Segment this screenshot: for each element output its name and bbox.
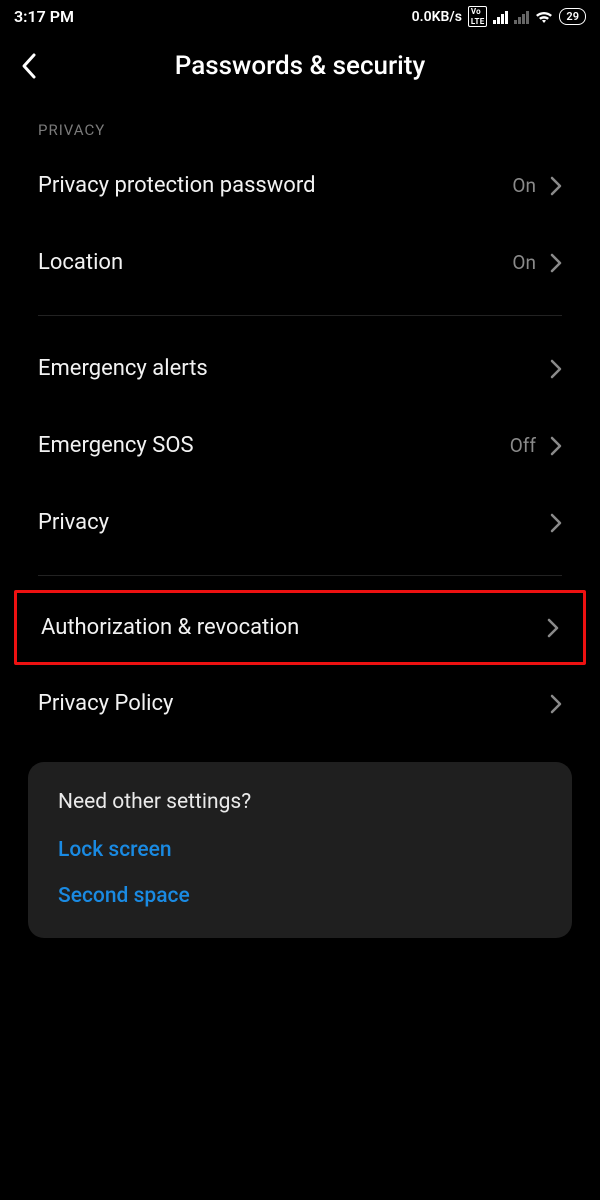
chevron-right-icon: [547, 618, 559, 638]
chevron-right-icon: [550, 436, 562, 456]
section-label-privacy: PRIVACY: [0, 99, 600, 147]
chevron-right-icon: [550, 359, 562, 379]
row-value: On: [512, 251, 536, 274]
row-location[interactable]: Location On: [0, 224, 600, 301]
row-label: Emergency SOS: [38, 433, 510, 458]
net-speed: 0.0KB/s: [412, 9, 462, 25]
link-lock-screen[interactable]: Lock screen: [58, 838, 542, 862]
battery-icon: 29: [559, 8, 586, 25]
signal-icon-dim: [514, 10, 529, 24]
row-label: Privacy protection password: [38, 173, 512, 198]
header: Passwords & security: [0, 31, 600, 99]
status-right: 0.0KB/s VoLTE 29: [412, 6, 586, 27]
status-time: 3:17 PM: [14, 7, 74, 26]
chevron-right-icon: [550, 694, 562, 714]
row-privacy-protection[interactable]: Privacy protection password On: [0, 147, 600, 224]
row-privacy[interactable]: Privacy: [0, 484, 600, 561]
row-value: On: [512, 174, 536, 197]
signal-icon: [493, 10, 508, 24]
other-settings-card: Need other settings? Lock screen Second …: [28, 762, 572, 938]
row-label: Authorization & revocation: [41, 615, 547, 640]
row-authorization-revocation[interactable]: Authorization & revocation: [14, 590, 586, 665]
row-emergency-alerts[interactable]: Emergency alerts: [0, 330, 600, 407]
row-value: Off: [510, 434, 536, 457]
row-emergency-sos[interactable]: Emergency SOS Off: [0, 407, 600, 484]
chevron-right-icon: [550, 253, 562, 273]
divider: [38, 315, 562, 316]
row-label: Privacy Policy: [38, 691, 550, 716]
row-label: Location: [38, 250, 512, 275]
card-title: Need other settings?: [58, 790, 542, 814]
row-label: Privacy: [38, 510, 550, 535]
divider: [38, 575, 562, 576]
status-bar: 3:17 PM 0.0KB/s VoLTE 29: [0, 0, 600, 31]
link-second-space[interactable]: Second space: [58, 884, 542, 908]
chevron-right-icon: [550, 176, 562, 196]
chevron-right-icon: [550, 513, 562, 533]
row-privacy-policy[interactable]: Privacy Policy: [0, 665, 600, 742]
row-label: Emergency alerts: [38, 356, 550, 381]
volte-icon: VoLTE: [468, 6, 488, 27]
wifi-icon: [535, 10, 553, 24]
page-title: Passwords & security: [20, 51, 580, 81]
